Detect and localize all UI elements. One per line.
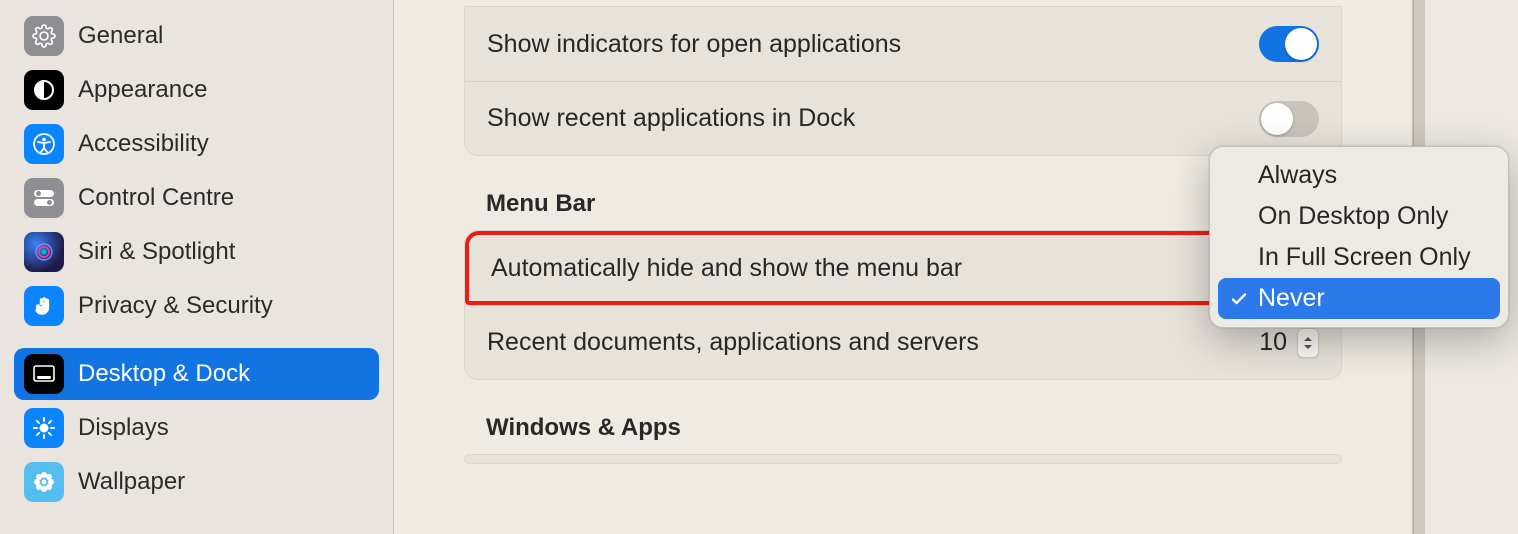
siri-icon (24, 232, 64, 272)
dock-icon (24, 354, 64, 394)
toggle-show-recent[interactable] (1259, 101, 1319, 137)
sun-icon (24, 408, 64, 448)
toggles-icon (24, 178, 64, 218)
sidebar-item-desktop-dock[interactable]: Desktop & Dock (14, 348, 379, 400)
stepper-value: 10 (1259, 328, 1287, 357)
sidebar-item-label: Accessibility (78, 130, 209, 158)
flower-icon (24, 462, 64, 502)
sidebar-item-control-centre[interactable]: Control Centre (14, 172, 379, 224)
stepper-arrows-icon[interactable] (1297, 328, 1319, 358)
popup-option-never[interactable]: Never (1218, 278, 1500, 319)
popup-option-label: Never (1258, 284, 1325, 313)
popup-option-on-desktop-only[interactable]: On Desktop Only (1218, 196, 1500, 237)
popup-option-always[interactable]: Always (1218, 155, 1500, 196)
sidebar-item-label: Appearance (78, 76, 207, 104)
sidebar-item-appearance[interactable]: Appearance (14, 64, 379, 116)
menubar-autohide-popup: Always On Desktop Only In Full Screen On… (1209, 146, 1509, 328)
sidebar-item-label: Displays (78, 414, 169, 442)
sidebar-item-label: Wallpaper (78, 468, 185, 496)
sidebar-item-general[interactable]: General (14, 10, 379, 62)
hand-icon (24, 286, 64, 326)
sidebar-item-siri-spotlight[interactable]: Siri & Spotlight (14, 226, 379, 278)
sidebar-item-label: Siri & Spotlight (78, 238, 235, 266)
sidebar-item-label: Privacy & Security (78, 292, 273, 320)
sidebar-item-label: General (78, 22, 163, 50)
system-settings-window: General Appearance Accessibility Control… (0, 0, 1413, 534)
sidebar-item-label: Desktop & Dock (78, 360, 250, 388)
section-title-windows-apps: Windows & Apps (486, 414, 1412, 442)
row-label: Show recent applications in Dock (487, 104, 855, 133)
popup-option-label: In Full Screen Only (1258, 243, 1471, 272)
popup-option-in-full-screen-only[interactable]: In Full Screen Only (1218, 237, 1500, 278)
row-label: Recent documents, applications and serve… (487, 328, 979, 357)
toggle-show-indicators[interactable] (1259, 26, 1319, 62)
checkmark-icon (1226, 290, 1252, 308)
accessibility-icon (24, 124, 64, 164)
row-show-recent: Show recent applications in Dock (465, 81, 1341, 155)
popup-option-label: On Desktop Only (1258, 202, 1448, 231)
recent-documents-stepper[interactable]: 10 (1259, 328, 1319, 358)
sidebar-item-privacy-security[interactable]: Privacy & Security (14, 280, 379, 332)
sidebar-item-label: Control Centre (78, 184, 234, 212)
gear-icon (24, 16, 64, 56)
popup-option-label: Always (1258, 161, 1337, 190)
sidebar: General Appearance Accessibility Control… (0, 0, 394, 534)
sidebar-item-accessibility[interactable]: Accessibility (14, 118, 379, 170)
sidebar-item-wallpaper[interactable]: Wallpaper (14, 456, 379, 508)
row-label: Show indicators for open applications (487, 30, 901, 59)
row-show-indicators: Show indicators for open applications (465, 7, 1341, 81)
appearance-icon (24, 70, 64, 110)
sidebar-item-displays[interactable]: Displays (14, 402, 379, 454)
row-label: Automatically hide and show the menu bar (491, 254, 962, 283)
